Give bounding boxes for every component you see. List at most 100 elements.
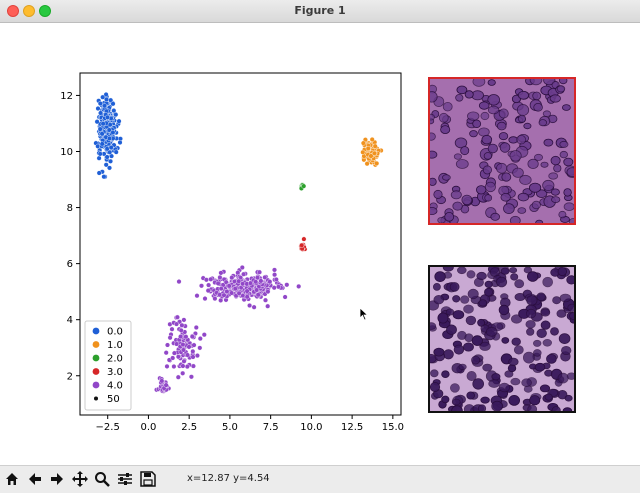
scatter-plot[interactable]: −2.5 0.0 2.5 5.0 7.5 10.0 12.5 15.0 2 4 6 8 10 12 0.0… [0, 23, 420, 465]
scatter-point [202, 296, 208, 302]
forward-icon[interactable] [47, 469, 67, 489]
scatter-point [265, 303, 271, 309]
scatter-point [247, 303, 253, 309]
scatter-point [180, 342, 186, 348]
scatter-point [273, 276, 279, 282]
home-icon[interactable] [2, 469, 22, 489]
scatter-point [188, 374, 194, 380]
scatter-point [184, 364, 190, 370]
scatter-point [94, 119, 100, 125]
scatter-point [102, 103, 108, 109]
configure-icon[interactable] [115, 469, 135, 489]
scatter-point [218, 297, 224, 303]
scatter-point [176, 279, 182, 285]
scatter-point [198, 283, 204, 289]
scatter-point [224, 289, 230, 295]
tissue-patch-black [428, 265, 576, 413]
scatter-point [98, 110, 104, 116]
scatter-point [236, 290, 242, 296]
scatter-point [364, 161, 370, 167]
scatter-point [236, 278, 242, 284]
scatter-point [208, 276, 214, 282]
scatter-point [104, 154, 110, 160]
scatter-point [104, 114, 110, 120]
scatter-point [106, 135, 112, 141]
scatter-point [301, 236, 307, 242]
scatter-point [229, 290, 235, 296]
scatter-point [368, 153, 374, 159]
scatter-point [179, 322, 185, 328]
x-tick-label: 2.5 [181, 422, 197, 433]
scatter-point [184, 352, 190, 358]
scatter-point [97, 151, 103, 157]
figure-canvas[interactable]: −2.5 0.0 2.5 5.0 7.5 10.0 12.5 15.0 2 4 6 8 10 12 0.0… [0, 23, 640, 465]
scatter-point [170, 355, 176, 361]
scatter-point [217, 274, 223, 280]
scatter-point [257, 269, 263, 275]
scatter-point [229, 275, 235, 281]
zoom-icon[interactable] [92, 469, 112, 489]
scatter-point [99, 131, 105, 137]
scatter-point [181, 317, 187, 323]
back-icon[interactable] [25, 469, 45, 489]
x-tick-label: −2.5 [96, 422, 120, 433]
scatter-point [251, 304, 257, 310]
scatter-point [218, 270, 224, 276]
scatter-point [299, 242, 305, 248]
scatter-point [96, 155, 102, 161]
title-bar: Figure 1 [0, 0, 640, 23]
scatter-point [95, 105, 101, 111]
scatter-point [117, 139, 123, 145]
scatter-point [205, 288, 211, 294]
legend-label: 50 [107, 394, 120, 405]
scatter-point [244, 288, 250, 294]
legend-label: 3.0 [107, 367, 123, 378]
scatter-point [164, 342, 170, 348]
scatter-point [174, 314, 180, 320]
scatter-point [360, 140, 366, 146]
scatter-point [97, 126, 103, 132]
scatter-point [191, 342, 197, 348]
scatter-point [369, 136, 375, 142]
scatter-point [190, 354, 196, 360]
scatter-point [265, 289, 271, 295]
scatter-point [169, 326, 175, 332]
navigation-toolbar: x=12.87 y=4.54 [0, 465, 640, 493]
scatter-point [360, 149, 366, 155]
scatter-point [171, 350, 177, 356]
save-icon[interactable] [138, 469, 158, 489]
scatter-point [180, 363, 186, 369]
tissue-patch-red [428, 77, 576, 225]
scatter-point [244, 294, 250, 300]
scatter-point [189, 334, 195, 340]
scatter-point [232, 286, 238, 292]
scatter-point [101, 174, 107, 180]
legend-marker [92, 327, 100, 335]
pan-icon[interactable] [70, 469, 90, 489]
scatter-point [247, 280, 253, 286]
scatter-point [276, 284, 282, 290]
legend-marker [92, 368, 100, 375]
scatter-point [253, 279, 259, 285]
y-tick-label: 2 [67, 371, 73, 382]
scatter-point [254, 287, 260, 293]
scatter-point [206, 282, 212, 288]
legend-marker [92, 381, 100, 389]
scatter-point [159, 378, 165, 384]
y-tick-label: 4 [67, 315, 73, 326]
scatter-point [113, 149, 119, 155]
y-tick-label: 12 [60, 91, 73, 102]
scatter-point [267, 279, 273, 285]
x-tick-label: 5.0 [222, 422, 238, 433]
scatter-point [372, 143, 378, 149]
scatter-point [97, 100, 103, 106]
y-tick-label: 8 [67, 203, 73, 214]
scatter-point [201, 332, 207, 338]
scatter-point [163, 350, 169, 356]
scatter-point [194, 293, 200, 299]
scatter-point [197, 345, 203, 351]
scatter-point [180, 370, 186, 376]
scatter-point [239, 264, 245, 270]
legend-label: 0.0 [107, 327, 123, 338]
scatter-point [193, 325, 199, 331]
